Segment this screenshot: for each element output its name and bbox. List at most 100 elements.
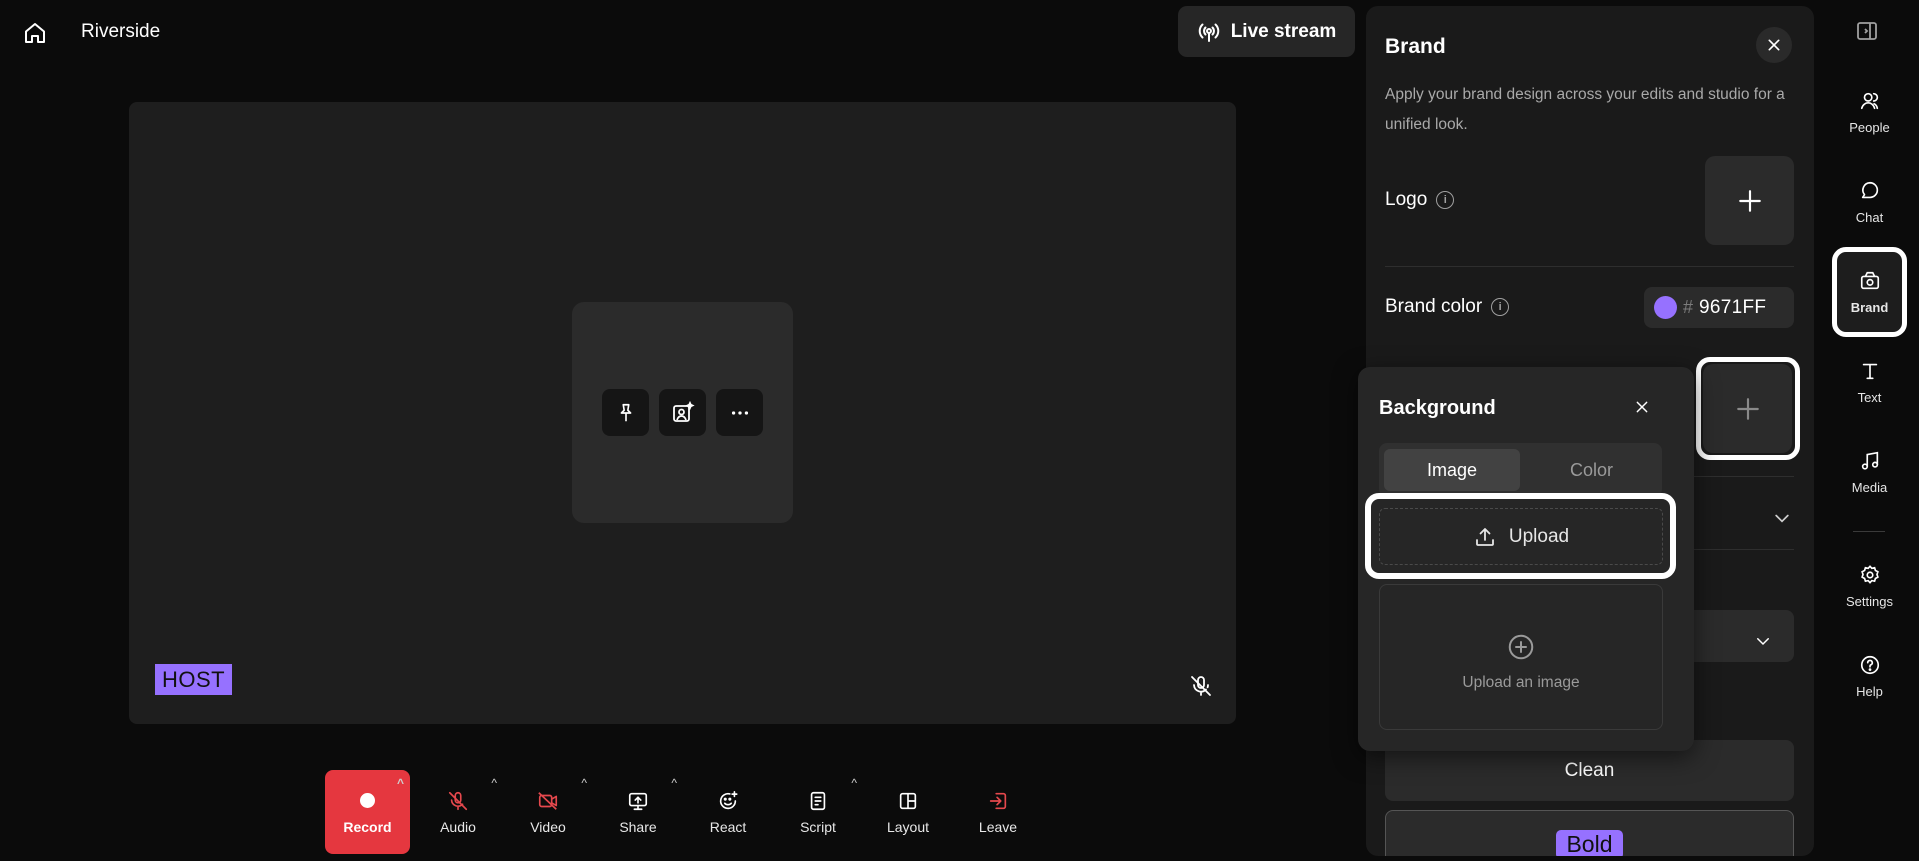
layout-label: Layout bbox=[886, 818, 930, 835]
plus-icon bbox=[1738, 189, 1761, 212]
mic-off-icon bbox=[1191, 676, 1211, 696]
rail-label-chat: Chat bbox=[1855, 209, 1884, 225]
user-sparkle-icon bbox=[672, 400, 695, 422]
studio-toolbar: ^ Record ^ Audio ^ Video ^ Share React ^ bbox=[325, 770, 1043, 854]
upload-highlight bbox=[1365, 493, 1676, 579]
tab-image[interactable]: Image bbox=[1384, 449, 1520, 491]
right-rail: People Chat Brand Text Media Settings He… bbox=[1820, 0, 1919, 861]
text-icon bbox=[1862, 363, 1877, 379]
logo-info-icon[interactable]: i bbox=[1436, 191, 1455, 209]
background-popover-title: Background bbox=[1379, 397, 1496, 419]
react-label: React bbox=[709, 818, 747, 835]
layout-icon bbox=[899, 792, 917, 809]
add-logo-button[interactable] bbox=[1705, 156, 1794, 245]
video-button[interactable]: ^ Video bbox=[503, 770, 593, 854]
brand-color-label: Brand color bbox=[1385, 296, 1483, 317]
collapse-panel-button[interactable] bbox=[1855, 19, 1879, 43]
rail-item-help[interactable]: Help bbox=[1832, 636, 1907, 716]
record-options-caret[interactable]: ^ bbox=[397, 776, 404, 790]
broadcast-icon bbox=[1198, 23, 1219, 42]
music-note-icon bbox=[1861, 451, 1878, 470]
brand-kit-icon bbox=[1860, 271, 1879, 289]
brand-panel-close-button[interactable] bbox=[1756, 27, 1792, 63]
script-options-caret[interactable]: ^ bbox=[851, 776, 857, 790]
rail-label-help: Help bbox=[1856, 683, 1883, 699]
help-icon bbox=[1860, 655, 1879, 674]
record-dot-icon bbox=[360, 793, 375, 808]
rail-item-text[interactable]: Text bbox=[1832, 342, 1907, 422]
style-bold-option[interactable]: Bold bbox=[1385, 810, 1794, 856]
video-stage: HOST bbox=[129, 102, 1236, 724]
add-background-highlight bbox=[1696, 357, 1800, 460]
leave-button[interactable]: Leave bbox=[953, 770, 1043, 854]
share-button[interactable]: ^ Share bbox=[593, 770, 683, 854]
video-off-icon bbox=[538, 791, 558, 810]
share-options-caret[interactable]: ^ bbox=[671, 776, 677, 790]
layout-button[interactable]: Layout bbox=[863, 770, 953, 854]
participant-tile[interactable] bbox=[572, 302, 793, 523]
hex-hash: # bbox=[1683, 297, 1694, 317]
mic-off-icon bbox=[448, 791, 468, 810]
audio-label: Audio bbox=[440, 818, 476, 835]
host-badge: HOST bbox=[155, 664, 233, 695]
people-icon bbox=[1860, 92, 1878, 109]
script-label: Script bbox=[800, 818, 836, 835]
more-options-button[interactable] bbox=[716, 389, 763, 436]
chat-icon bbox=[1861, 181, 1878, 198]
style-select-chevron[interactable] bbox=[1754, 632, 1772, 650]
brand-color-input[interactable]: # 9671FF bbox=[1644, 287, 1794, 328]
brand-color-value[interactable]: 9671FF bbox=[1699, 297, 1766, 319]
gear-icon bbox=[1860, 564, 1879, 584]
upload-image-label: Upload an image bbox=[1462, 674, 1580, 691]
pin-icon bbox=[620, 403, 631, 421]
rail-item-settings[interactable]: Settings bbox=[1832, 546, 1907, 626]
chevron-down-icon bbox=[1775, 514, 1789, 523]
rail-label-text: Text bbox=[1857, 389, 1882, 405]
ai-avatar-button[interactable] bbox=[659, 389, 706, 436]
home-button[interactable] bbox=[18, 16, 52, 50]
audio-options-caret[interactable]: ^ bbox=[491, 776, 497, 790]
brand-color-row: Brand color i bbox=[1385, 296, 1510, 318]
rail-item-brand[interactable]: Brand bbox=[1832, 247, 1907, 337]
chevron-down-icon bbox=[1757, 638, 1769, 646]
rail-item-chat[interactable]: Chat bbox=[1832, 162, 1907, 242]
divider bbox=[1385, 266, 1794, 267]
more-horizontal-icon bbox=[731, 410, 748, 415]
rail-label-media: Media bbox=[1851, 479, 1888, 495]
record-button[interactable]: ^ Record bbox=[325, 770, 410, 854]
background-popover: Background Image Color Upload Upload an … bbox=[1358, 367, 1694, 751]
upload-image-dropzone[interactable]: Upload an image bbox=[1379, 584, 1663, 730]
background-type-toggle: Image Color bbox=[1379, 443, 1662, 497]
close-icon bbox=[1636, 401, 1648, 413]
leave-icon bbox=[989, 792, 1007, 809]
rail-label-people: People bbox=[1849, 119, 1890, 135]
emoji-add-icon bbox=[719, 790, 738, 809]
rail-label-brand: Brand bbox=[1850, 299, 1889, 315]
audio-button[interactable]: ^ Audio bbox=[413, 770, 503, 854]
brand-color-swatch[interactable] bbox=[1654, 296, 1677, 319]
leave-label: Leave bbox=[978, 818, 1018, 835]
screen-share-icon bbox=[628, 792, 648, 810]
logo-label: Logo bbox=[1385, 189, 1428, 210]
sidebar-toggle-icon bbox=[1857, 22, 1877, 40]
brand-panel-title: Brand bbox=[1385, 35, 1446, 58]
mic-muted-indicator bbox=[1189, 674, 1213, 698]
logo-row: Logo i bbox=[1385, 189, 1455, 211]
tab-color[interactable]: Color bbox=[1526, 449, 1657, 491]
pin-button[interactable] bbox=[602, 389, 649, 436]
rail-label-settings: Settings bbox=[1846, 593, 1893, 609]
section-expand-chevron[interactable] bbox=[1772, 508, 1792, 528]
video-options-caret[interactable]: ^ bbox=[581, 776, 587, 790]
script-button[interactable]: ^ Script bbox=[773, 770, 863, 854]
live-stream-label: Live stream bbox=[1230, 20, 1337, 42]
rail-item-people[interactable]: People bbox=[1832, 72, 1907, 152]
rail-item-media[interactable]: Media bbox=[1832, 432, 1907, 512]
share-label: Share bbox=[619, 818, 657, 835]
react-button[interactable]: React bbox=[683, 770, 773, 854]
live-stream-button[interactable]: Live stream bbox=[1178, 6, 1355, 57]
app-title: Riverside bbox=[81, 21, 161, 42]
record-label: Record bbox=[343, 818, 392, 835]
brand-color-info-icon[interactable]: i bbox=[1491, 298, 1510, 316]
brand-panel-description: Apply your brand design across your edit… bbox=[1385, 86, 1785, 133]
background-popover-close-button[interactable] bbox=[1630, 395, 1654, 419]
